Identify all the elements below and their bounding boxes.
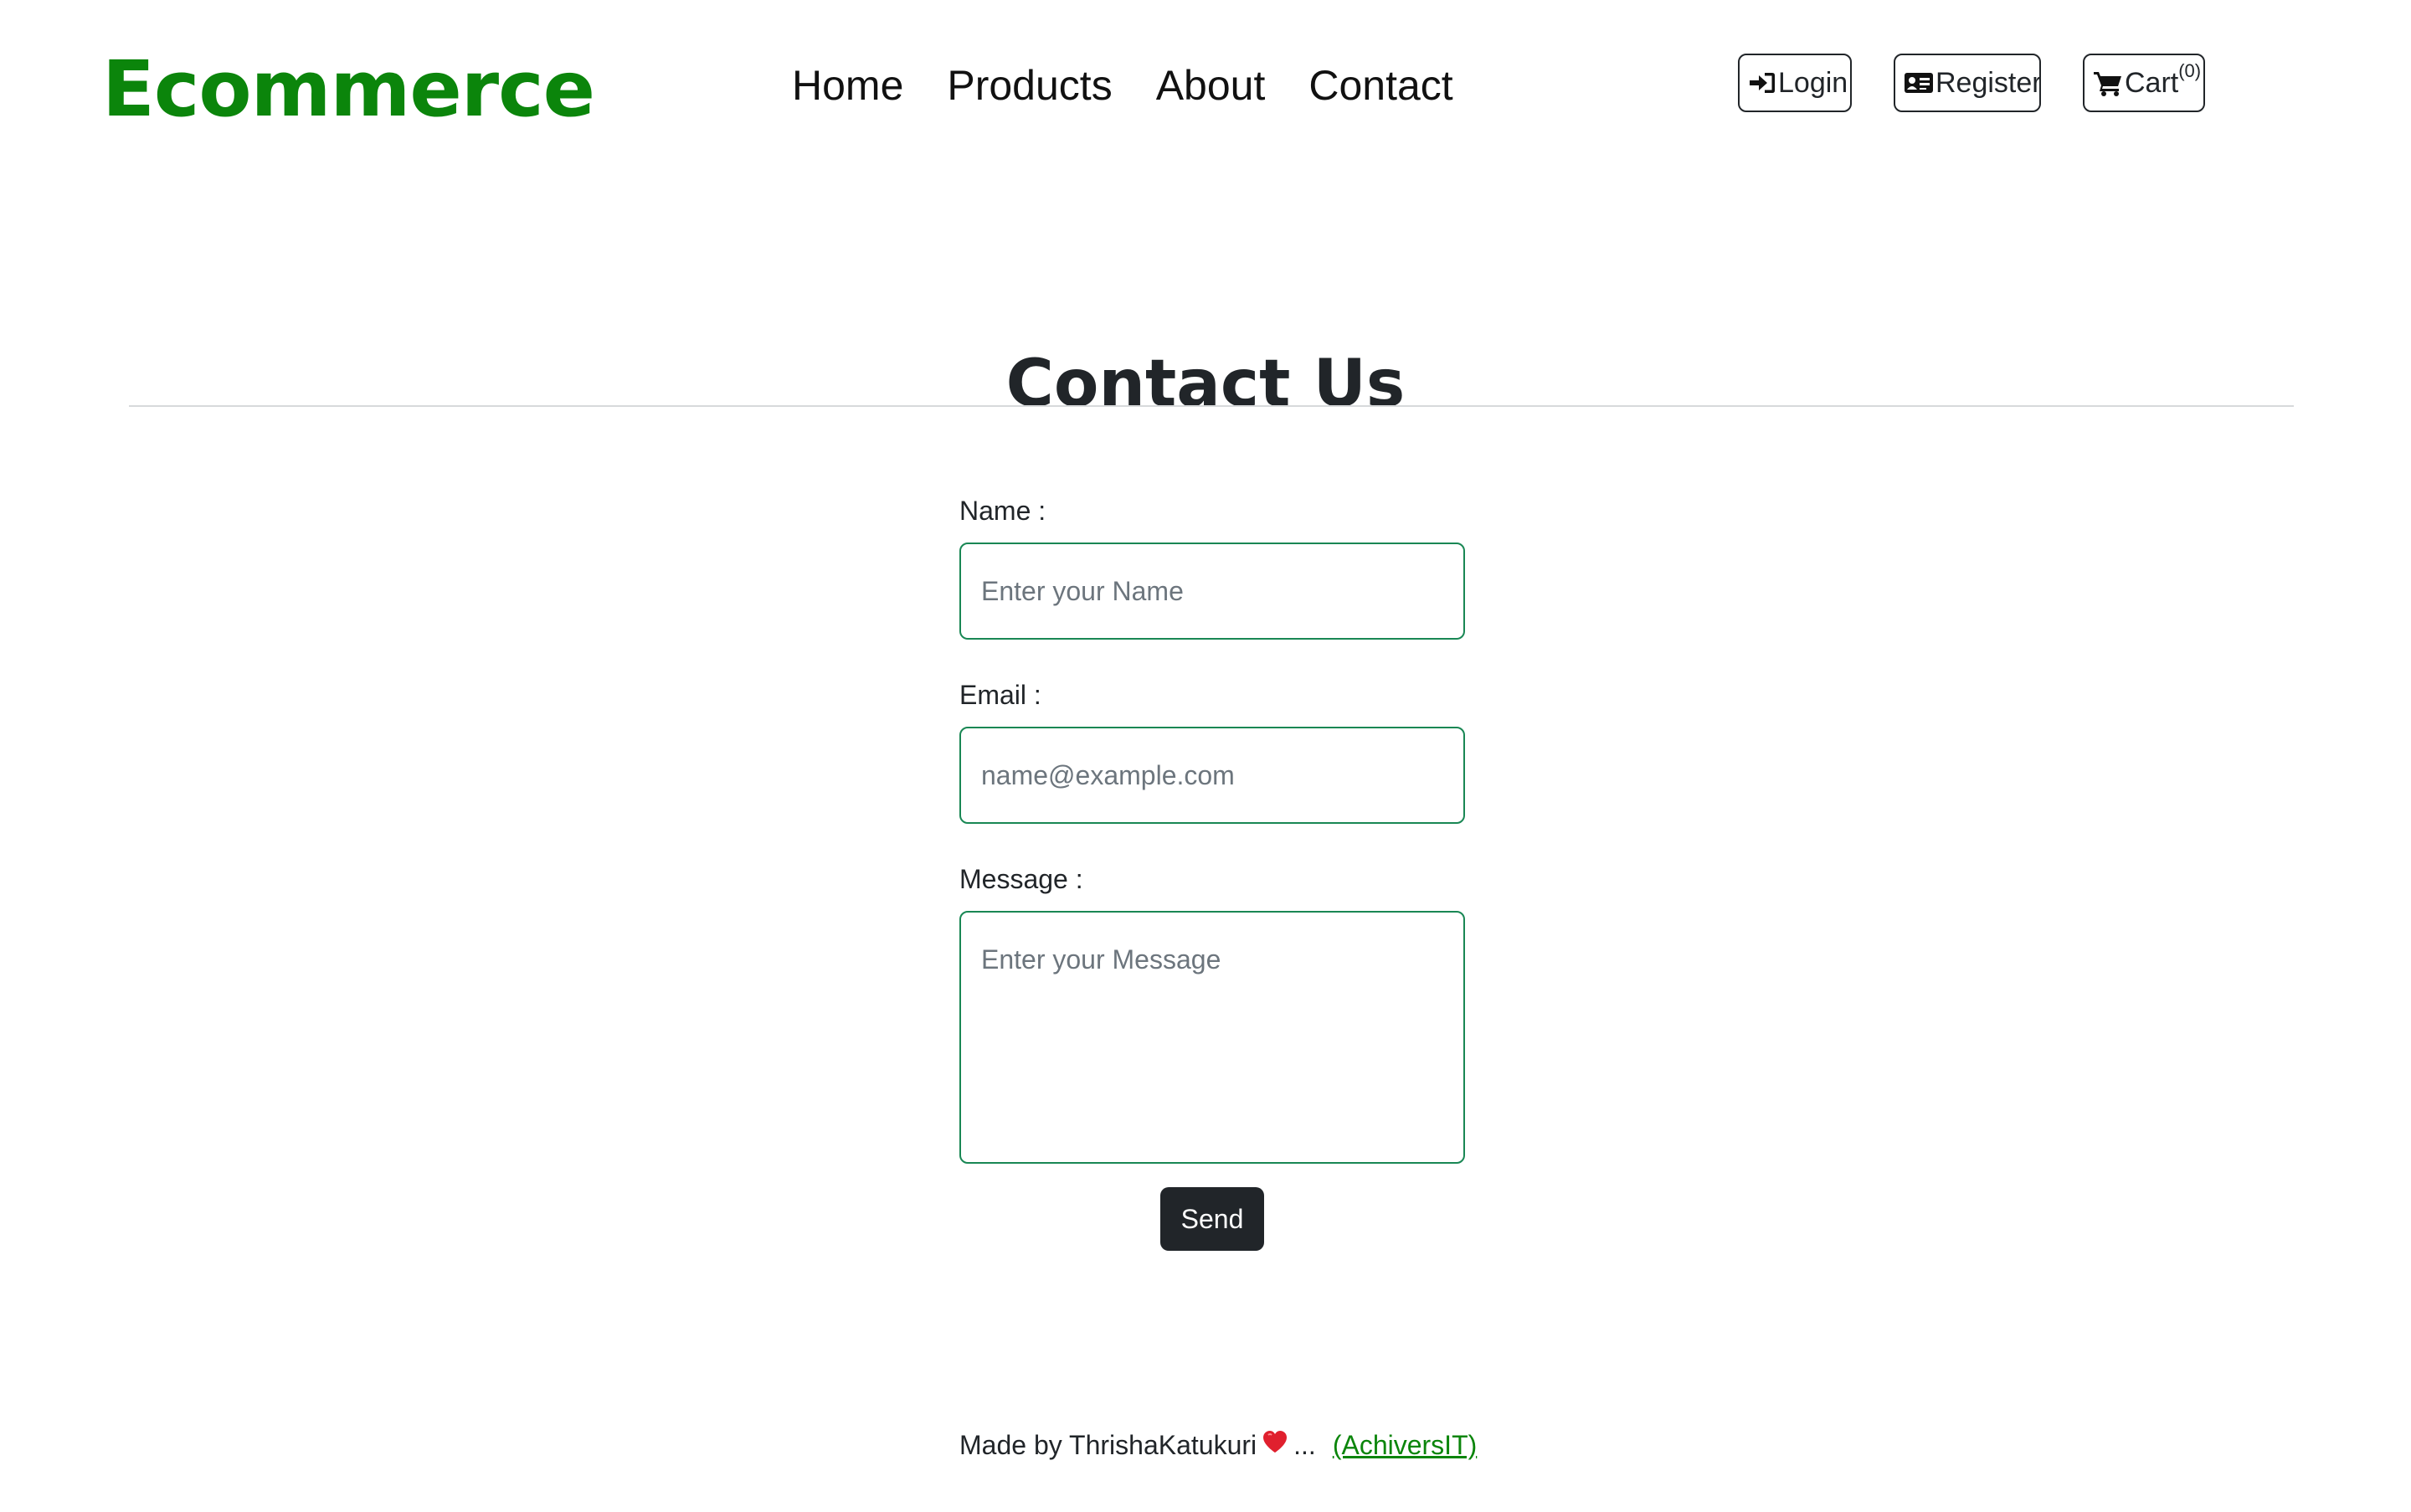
cart-count-badge: (0) [2178, 60, 2202, 81]
login-button[interactable]: Login [1738, 54, 1852, 112]
shopping-cart-icon [2093, 69, 2125, 96]
main-nav: Home Products About Contact [792, 54, 1497, 117]
cart-button[interactable]: Cart (0) [2083, 54, 2205, 112]
footer-ellipsis: ... [1293, 1430, 1316, 1460]
name-input[interactable] [959, 543, 1465, 640]
nav-link-products[interactable]: Products [947, 54, 1112, 117]
footer-achiversit-link[interactable]: (AchiversIT) [1333, 1423, 1477, 1467]
nav-link-about[interactable]: About [1156, 54, 1266, 117]
brand-logo[interactable]: Ecommerce [102, 44, 595, 136]
contact-form: Name : Email : Message : [959, 489, 1465, 1164]
cart-label: Cart [2125, 66, 2179, 99]
register-label: Register [1935, 66, 2042, 99]
heart-icon [1262, 1423, 1288, 1467]
send-button[interactable]: Send [1160, 1187, 1264, 1251]
message-label: Message : [959, 864, 1083, 894]
email-input[interactable] [959, 727, 1465, 824]
title-divider [129, 405, 2294, 407]
navbar: Ecommerce Home Products About Contact Lo… [0, 0, 2411, 167]
nav-link-contact[interactable]: Contact [1308, 54, 1452, 117]
email-label: Email : [959, 680, 1041, 710]
footer: Made by ThrishaKatukuri ... (AchiversIT) [959, 1423, 1477, 1467]
login-label: Login [1778, 66, 1848, 99]
sign-in-icon [1748, 70, 1778, 95]
nav-link-home[interactable]: Home [792, 54, 903, 117]
register-button[interactable]: Register [1894, 54, 2042, 112]
footer-credit: Made by ThrishaKatukuri [959, 1430, 1257, 1460]
name-label: Name : [959, 496, 1046, 526]
id-card-icon [1904, 71, 1935, 95]
message-textarea[interactable] [959, 911, 1465, 1164]
page-title: Contact Us [1005, 347, 1406, 423]
